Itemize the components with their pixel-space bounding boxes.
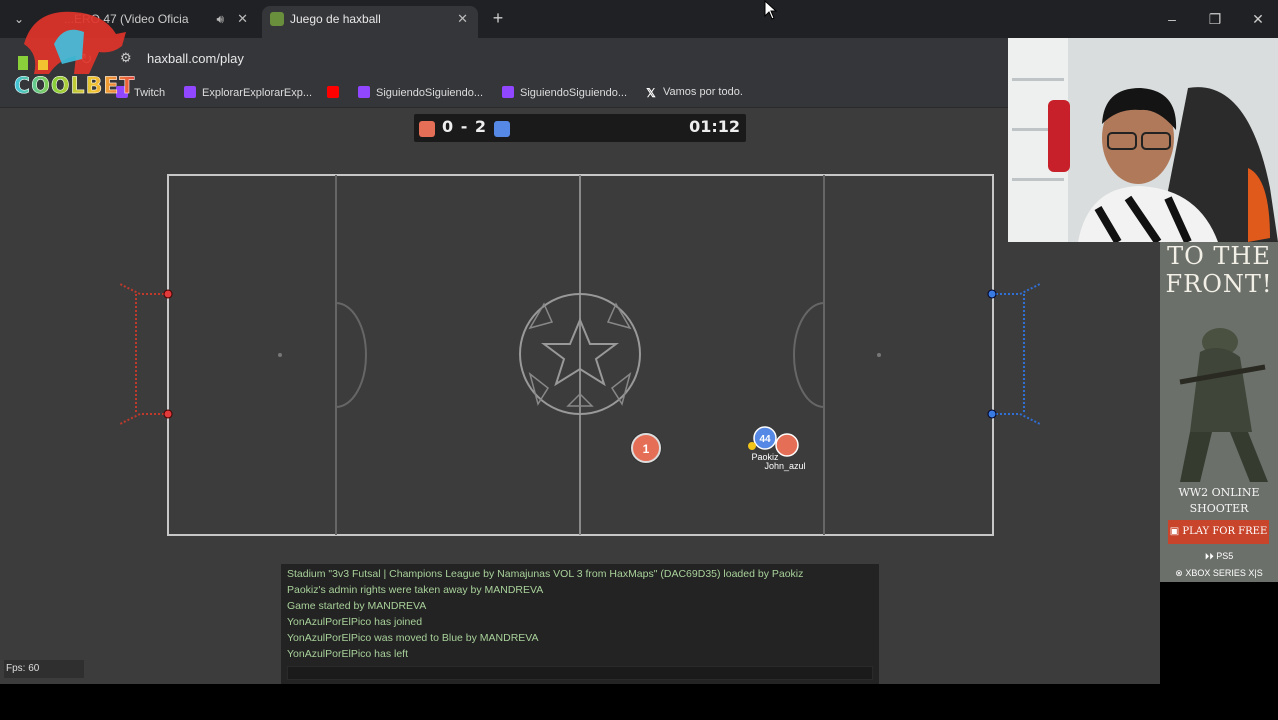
youtube-icon [327,86,339,98]
left-penalty-arc [335,302,367,408]
chat-message: YonAzulPorElPico has left [287,648,409,660]
restore-icon[interactable]: ❐ [1203,8,1227,30]
ad-headline: TO THE FRONT! [1165,242,1273,298]
twitch-icon [358,86,370,98]
new-tab-plus-icon[interactable]: + [488,8,508,28]
red-goal [119,283,173,425]
chat-message: YonAzulPorElPico was moved to Blue by MA… [287,632,539,644]
close-tab-icon[interactable]: ✕ [237,6,248,32]
tab-strip: ⌄ ...ERO 47 (Video Oficia 🔊︎ ✕ Juego de … [0,0,1278,38]
twitch-icon [184,86,196,98]
bookmark-x[interactable]: 𝕏 Vamos por todo. [645,86,743,99]
bookmark-explorar[interactable]: ExplorarExplorarExp... [184,86,312,99]
chat-message: Paokiz's admin rights were taken away by… [287,584,544,596]
xbox-logo: ⊗ XBOX SERIES X|S [1175,568,1263,578]
bookmark-youtube[interactable] [327,86,345,99]
player-red-1: 1 [630,432,662,464]
ad-button-label: PLAY FOR FREE [1182,526,1268,537]
bookmark-label: ExplorarExplorarExp... [202,87,313,99]
ad-play-button[interactable]: ▣ PLAY FOR FREE [1168,520,1269,544]
right-penalty-arc [793,302,825,408]
player-number: 44 [759,434,771,445]
ad-subline: WW2 ONLINE SHOOTER [1160,485,1278,517]
xbox-label: XBOX SERIES X|S [1185,568,1263,578]
blue-goal [987,283,1041,425]
ps5-label: PS5 [1216,551,1234,561]
address-bar[interactable]: haxball.com/play [147,51,244,66]
chat-input[interactable] [287,666,873,680]
haxball-game-view[interactable]: 1 44 Paokiz John_azul 0 - 2 01:12 Fps: 6… [0,108,1160,684]
bookmark-label: SiguiendoSiguiendo... [376,87,484,99]
ad-subline-1: WW2 ONLINE [1178,486,1260,499]
browser-toolbar: ↻ ⚙ haxball.com/play [0,38,1008,80]
coolbet-logo: COOLBET [4,4,136,104]
left-penalty-spot [278,353,282,357]
logo-text: COOLBET [14,74,136,100]
right-penalty-spot [877,353,881,357]
ad-subline-2: SHOOTER [1189,502,1249,515]
chat-message: Game started by MANDREVA [287,600,427,612]
red-team-icon [419,121,435,137]
advertisement-banner[interactable]: TO THE FRONT! WW2 ONLINE SHOOTER ▣ PLAY … [1160,242,1278,582]
bookmark-label: Twitch [134,87,166,99]
player-name: John_azul [764,461,805,471]
ps5-logo: ⏵⏵ PS5 [1204,551,1234,561]
player-number: 1 [643,442,650,456]
score: 0 - 2 [442,117,488,136]
audio-playing-icon[interactable]: 🔊︎ [216,6,224,32]
streamer-webcam-image [1008,38,1278,242]
close-window-icon[interactable]: ✕ [1246,8,1270,30]
ball [748,442,756,450]
tab-haxball[interactable]: Juego de haxball ✕ [262,6,478,38]
bookmark-siguiendo-2[interactable]: SiguiendoSiguiendo... [502,86,627,99]
bookmark-label: SiguiendoSiguiendo... [520,87,628,99]
chat-panel: Stadium "3v3 Futsal | Champions League b… [281,564,879,684]
chat-message: Stadium "3v3 Futsal | Champions League b… [287,568,804,580]
haxball-favicon-icon [270,12,284,26]
bookmarks-bar: Twitch ExplorarExplorarExp... SiguiendoS… [0,80,1008,108]
tab-label: Juego de haxball [290,12,381,26]
chat-message: YonAzulPorElPico has joined [287,616,423,628]
minimize-icon[interactable]: – [1160,8,1184,30]
game-clock: 01:12 [689,117,740,136]
close-tab-icon[interactable]: ✕ [457,6,468,32]
bookmark-label: Vamos por todo. [663,86,743,98]
twitch-icon [502,86,514,98]
scoreboard: 0 - 2 01:12 [414,114,746,142]
mouse-cursor-icon [764,0,778,20]
webcam-overlay [1008,38,1278,242]
blue-team-icon [494,121,510,137]
x-icon: 𝕏 [646,86,656,100]
fps-counter: Fps: 60 [4,660,84,678]
bookmark-siguiendo-1[interactable]: SiguiendoSiguiendo... [358,86,483,99]
